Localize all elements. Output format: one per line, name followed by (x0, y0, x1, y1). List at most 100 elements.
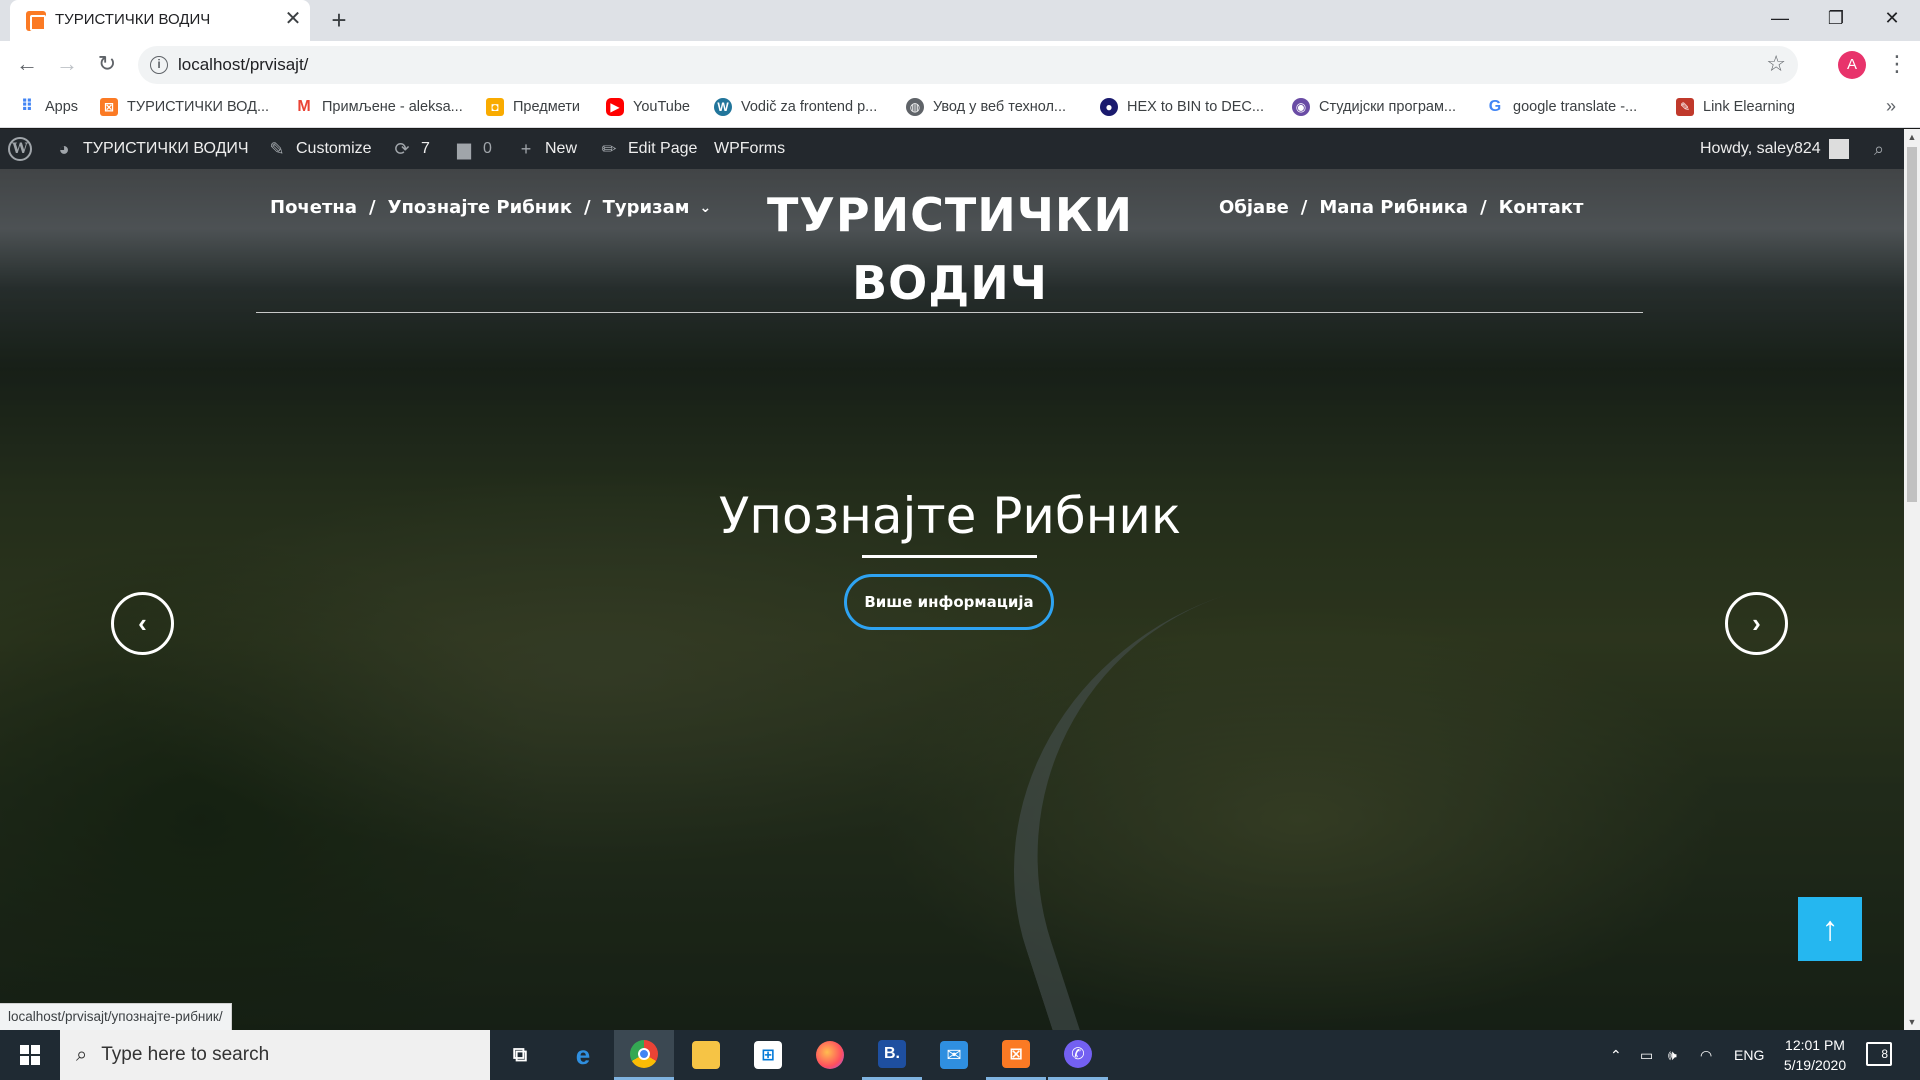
bookmark-uvod[interactable]: ◍ Увод у веб технол... (906, 94, 1066, 120)
slide-title: Упознајте Рибник (718, 487, 1182, 545)
store-icon: ⊞ (754, 1041, 782, 1069)
task-view-button[interactable]: ⧉ (490, 1030, 550, 1080)
nav-item-kontakt[interactable]: Контакт (1499, 197, 1584, 218)
bookmark-label: google translate -... (1513, 99, 1638, 115)
bookmark-star-icon[interactable]: ☆ (1766, 51, 1786, 77)
notifications-icon[interactable]: 8 (1866, 1042, 1892, 1066)
comment-bubble-icon: ▆ (457, 139, 471, 159)
nav-separator: / (584, 197, 591, 218)
bookmark-predmeti[interactable]: ◘ Предмети (486, 94, 580, 120)
bookmark-google-translate[interactable]: G google translate -... (1486, 94, 1637, 120)
taskbar-search-box[interactable]: ⌕ Type here to search (60, 1030, 490, 1080)
bookmark-studijski[interactable]: ◉ Студијски програм... (1292, 94, 1456, 120)
chevron-right-icon: › (1752, 608, 1761, 638)
tray-show-hidden-icon[interactable]: ⌃ (1610, 1030, 1622, 1080)
browser-tab[interactable]: ТУРИСТИЧКИ ВОДИЧ ✕ (10, 0, 310, 41)
chrome-menu-icon[interactable]: ⋮ (1886, 49, 1908, 79)
taskbar-clock[interactable]: 12:01 PM 5/19/2020 (1770, 1035, 1860, 1075)
chevron-left-icon: ‹ (138, 608, 147, 638)
scrollbar-thumb[interactable] (1907, 147, 1917, 502)
clock-time: 12:01 PM (1785, 1037, 1845, 1053)
minimize-window-button[interactable]: — (1752, 0, 1808, 37)
site-info-icon[interactable]: i (150, 56, 168, 74)
maximize-window-button[interactable]: ❐ (1808, 0, 1864, 37)
taskbar-search-placeholder: Type here to search (101, 1044, 270, 1065)
edit-page-label: Edit Page (628, 140, 698, 157)
bookmark-turisticki[interactable]: ⊠ ТУРИСТИЧКИ ВОД... (100, 94, 269, 120)
site-title[interactable]: ТУРИСТИЧКИ ВОДИЧ (700, 181, 1200, 317)
bookmark-vodic[interactable]: W Vodič za frontend p... (714, 94, 877, 120)
page-scrollbar[interactable]: ▲ ▼ (1904, 129, 1920, 1030)
nav-item-objave[interactable]: Објаве (1219, 197, 1289, 218)
address-url[interactable]: localhost/prvisajt/ (178, 55, 308, 75)
customize-link[interactable]: ✎ Customize (266, 129, 371, 169)
battery-icon[interactable]: ▭ (1640, 1030, 1653, 1080)
primary-nav-left: Почетна / Упознајте Рибник / Туризам ⌄ (270, 197, 711, 218)
bookmark-hex[interactable]: ● HEX to BIN to DEC... (1100, 94, 1264, 120)
scroll-to-top-button[interactable]: ↑ (1798, 897, 1862, 961)
slider-prev-button[interactable]: ‹ (111, 592, 174, 655)
brush-icon: ✎ (269, 139, 285, 159)
youtube-icon: ▶ (606, 98, 624, 116)
address-bar[interactable]: i localhost/prvisajt/ ☆ (138, 46, 1798, 84)
nav-item-mapa-ribnika[interactable]: Мапа Рибника (1319, 197, 1468, 218)
updates-count: 7 (421, 140, 430, 157)
nav-item-home[interactable]: Почетна (270, 197, 357, 218)
taskbar-viber[interactable]: ✆ (1048, 1030, 1108, 1080)
wp-logo-menu[interactable]: W (8, 129, 32, 169)
windows-taskbar: ⌕ Type here to search ⧉ e ⊞ B. ✉ ⊠ ✆ ⌃ ▭… (0, 1030, 1920, 1080)
header-divider (256, 312, 1643, 313)
start-button[interactable] (0, 1030, 60, 1080)
close-window-button[interactable]: ✕ (1864, 0, 1920, 37)
globe-icon: ◍ (906, 98, 924, 116)
new-content-menu[interactable]: + New (515, 129, 577, 169)
tab-close-icon[interactable]: ✕ (282, 8, 304, 30)
new-tab-button[interactable]: + (325, 6, 353, 34)
wpforms-menu[interactable]: WPForms (714, 129, 785, 169)
taskbar-chrome[interactable] (614, 1030, 674, 1080)
reload-icon[interactable]: ↻ (92, 49, 122, 79)
taskbar-file-explorer[interactable] (676, 1030, 736, 1080)
taskbar-firefox[interactable] (800, 1030, 860, 1080)
xampp-icon: ⊠ (1002, 1039, 1030, 1068)
scroll-up-arrow-icon[interactable]: ▲ (1904, 129, 1920, 145)
slider-next-button[interactable]: › (1725, 592, 1788, 655)
wifi-icon[interactable]: ◠ (1700, 1030, 1712, 1080)
bookmarks-bar: ⠿ Apps ⊠ ТУРИСТИЧКИ ВОД... M Примљене - … (0, 88, 1920, 128)
back-arrow-icon[interactable]: ← (12, 49, 42, 79)
university-icon: ◉ (1292, 98, 1310, 116)
taskbar-xampp[interactable]: ⊠ (986, 1030, 1046, 1080)
edit-page-link[interactable]: ✏ Edit Page (598, 129, 697, 169)
bookmark-apps[interactable]: ⠿ Apps (18, 94, 78, 120)
comments-link[interactable]: ▆ 0 (453, 129, 492, 169)
taskbar-b-app[interactable]: B. (862, 1030, 922, 1080)
bookmark-link-elearning[interactable]: ✎ Link Elearning (1676, 94, 1795, 120)
more-bookmarks-icon[interactable]: » (1886, 96, 1896, 117)
more-info-button[interactable]: Више информација (844, 574, 1054, 630)
elearning-icon: ✎ (1676, 98, 1694, 116)
account-menu[interactable]: Howdy, saley824 (1700, 129, 1849, 169)
bookmark-label: Примљене - aleksa... (322, 99, 463, 115)
taskbar-edge[interactable]: e (553, 1030, 613, 1080)
bookmark-gmail[interactable]: M Примљене - aleksa... (295, 94, 463, 120)
bookmark-label: Увод у веб технол... (933, 99, 1066, 115)
nav-item-turizam[interactable]: Туризам (603, 197, 690, 218)
site-name-menu[interactable]: ◕ ТУРИСТИЧКИ ВОДИЧ (53, 129, 249, 169)
volume-icon[interactable]: 🕪 (1668, 1030, 1677, 1080)
updates-link[interactable]: ⟳ 7 (391, 129, 430, 169)
new-label: New (545, 140, 578, 157)
language-indicator[interactable]: ENG (1734, 1030, 1764, 1080)
nav-item-upoznajte-ribnik[interactable]: Упознајте Рибник (388, 197, 572, 218)
taskbar-store[interactable]: ⊞ (738, 1030, 798, 1080)
bookmark-youtube[interactable]: ▶ YouTube (606, 94, 690, 120)
profile-avatar[interactable]: A (1838, 51, 1866, 79)
browser-toolbar: ← → ↻ i localhost/prvisajt/ ☆ A ⋮ (0, 41, 1920, 88)
notification-count: 8 (1881, 1047, 1888, 1061)
forward-arrow-icon[interactable]: → (52, 49, 82, 79)
scroll-down-arrow-icon[interactable]: ▼ (1904, 1014, 1920, 1030)
classroom-icon: ◘ (486, 98, 504, 116)
status-bar-url: localhost/prvisajt/упознајте-рибник/ (0, 1003, 232, 1030)
admin-search[interactable]: ⌕ (1868, 129, 1898, 169)
firefox-icon (816, 1041, 844, 1069)
taskbar-mail[interactable]: ✉ (924, 1030, 984, 1080)
